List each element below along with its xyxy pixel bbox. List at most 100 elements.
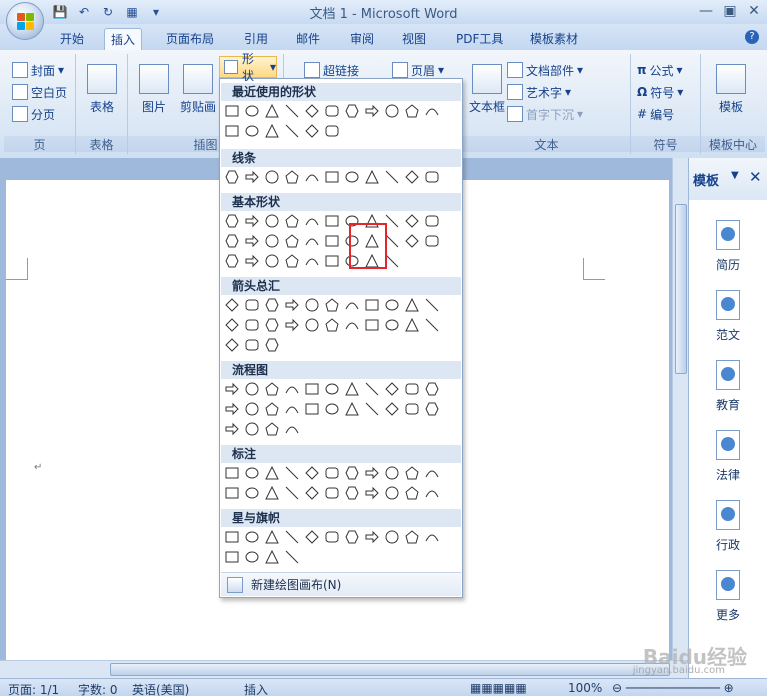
shape-item[interactable] [384,381,400,397]
shape-item[interactable] [344,529,360,545]
header-button[interactable]: 页眉 ▾ [392,60,444,80]
shape-item[interactable] [244,529,260,545]
shape-item[interactable] [224,169,240,185]
shape-item[interactable] [324,401,340,417]
shape-item[interactable] [424,529,440,545]
shape-item[interactable] [224,123,240,139]
doc-parts-button[interactable]: 文档部件 ▾ [507,60,583,80]
shape-item[interactable] [264,253,280,269]
shape-item[interactable] [304,401,320,417]
dropcap-button[interactable]: 首字下沉 ▾ [507,104,583,124]
shape-item[interactable] [264,529,280,545]
shape-item[interactable] [344,169,360,185]
shape-item[interactable] [324,317,340,333]
shape-item[interactable] [344,381,360,397]
shape-item[interactable] [404,317,420,333]
shape-item[interactable] [324,381,340,397]
shape-item[interactable] [284,549,300,565]
view-buttons-icon[interactable]: ▦▦▦▦▦ [470,681,527,695]
template-more[interactable]: 更多 [703,570,753,623]
shape-item[interactable] [364,485,380,501]
shape-item[interactable] [224,485,240,501]
tab-page-layout[interactable]: 页面布局 [160,28,220,50]
close-icon[interactable]: ✕ [749,168,762,186]
wordart-button[interactable]: 艺术字 ▾ [507,82,571,102]
shape-item[interactable] [284,297,300,313]
minimize-icon[interactable]: — [697,2,715,20]
shape-item[interactable] [384,317,400,333]
shape-item[interactable] [344,401,360,417]
shape-item[interactable] [304,169,320,185]
shape-item[interactable] [324,233,340,249]
shape-item[interactable] [344,297,360,313]
shape-item[interactable] [244,169,260,185]
shape-item[interactable] [224,103,240,119]
shape-item[interactable] [324,123,340,139]
shape-item[interactable] [244,297,260,313]
tab-home[interactable]: 开始 [54,28,90,50]
shape-item[interactable] [304,485,320,501]
number-button[interactable]: # 编号 [637,104,674,124]
shape-item[interactable] [284,123,300,139]
tab-view[interactable]: 视图 [396,28,432,50]
shape-item[interactable] [324,103,340,119]
shape-item[interactable] [224,465,240,481]
shape-item[interactable] [264,381,280,397]
shape-item[interactable] [384,529,400,545]
zoom-slider[interactable]: ⊖ ───────────── ⊕ [612,681,734,695]
shape-item[interactable] [404,233,420,249]
shape-item[interactable] [404,213,420,229]
shape-item[interactable] [384,297,400,313]
shape-item[interactable] [424,103,440,119]
shape-item[interactable] [404,169,420,185]
tab-mailings[interactable]: 邮件 [290,28,326,50]
shape-item[interactable] [224,233,240,249]
shape-item[interactable] [364,169,380,185]
shape-item[interactable] [264,123,280,139]
shape-item[interactable] [264,169,280,185]
shape-item[interactable] [224,421,240,437]
tab-review[interactable]: 审阅 [344,28,380,50]
shape-item[interactable] [224,317,240,333]
shape-item[interactable] [284,213,300,229]
picture-button[interactable]: 图片 [130,64,178,115]
shape-item[interactable] [264,421,280,437]
shape-item[interactable] [344,317,360,333]
shape-item[interactable] [424,317,440,333]
shape-item[interactable] [424,465,440,481]
shape-item[interactable] [244,549,260,565]
pane-menu-icon[interactable]: ▼ [731,170,739,181]
shape-item[interactable] [304,297,320,313]
shape-item[interactable] [244,381,260,397]
shape-item[interactable] [244,213,260,229]
shape-item[interactable] [304,317,320,333]
shape-item[interactable] [404,103,420,119]
shape-item[interactable] [384,465,400,481]
shape-item[interactable] [324,529,340,545]
shape-item[interactable] [404,529,420,545]
help-icon[interactable]: ? [745,30,759,44]
shape-item[interactable] [224,337,240,353]
table-button[interactable]: 表格 [78,64,126,115]
shape-item[interactable] [364,381,380,397]
shape-item[interactable] [284,529,300,545]
shape-item[interactable] [244,485,260,501]
shape-item[interactable] [344,465,360,481]
shape-item[interactable] [264,337,280,353]
office-button[interactable] [6,2,44,40]
zoom-level[interactable]: 100% [568,681,602,695]
shape-item[interactable] [224,381,240,397]
template-essay[interactable]: 范文 [703,290,753,343]
equation-button[interactable]: π 公式 ▾ [637,60,683,80]
status-language[interactable]: 英语(美国) [132,681,189,696]
template-law[interactable]: 法律 [703,430,753,483]
shape-item[interactable] [244,253,260,269]
clipart-button[interactable]: 剪贴画 [174,64,222,115]
shape-item[interactable] [404,381,420,397]
shapes-button[interactable]: 形状 ▾ [219,52,277,83]
shape-item[interactable] [404,297,420,313]
shape-item[interactable] [224,549,240,565]
shape-item[interactable] [224,253,240,269]
shape-item[interactable] [364,465,380,481]
close-icon[interactable]: ✕ [745,2,763,20]
